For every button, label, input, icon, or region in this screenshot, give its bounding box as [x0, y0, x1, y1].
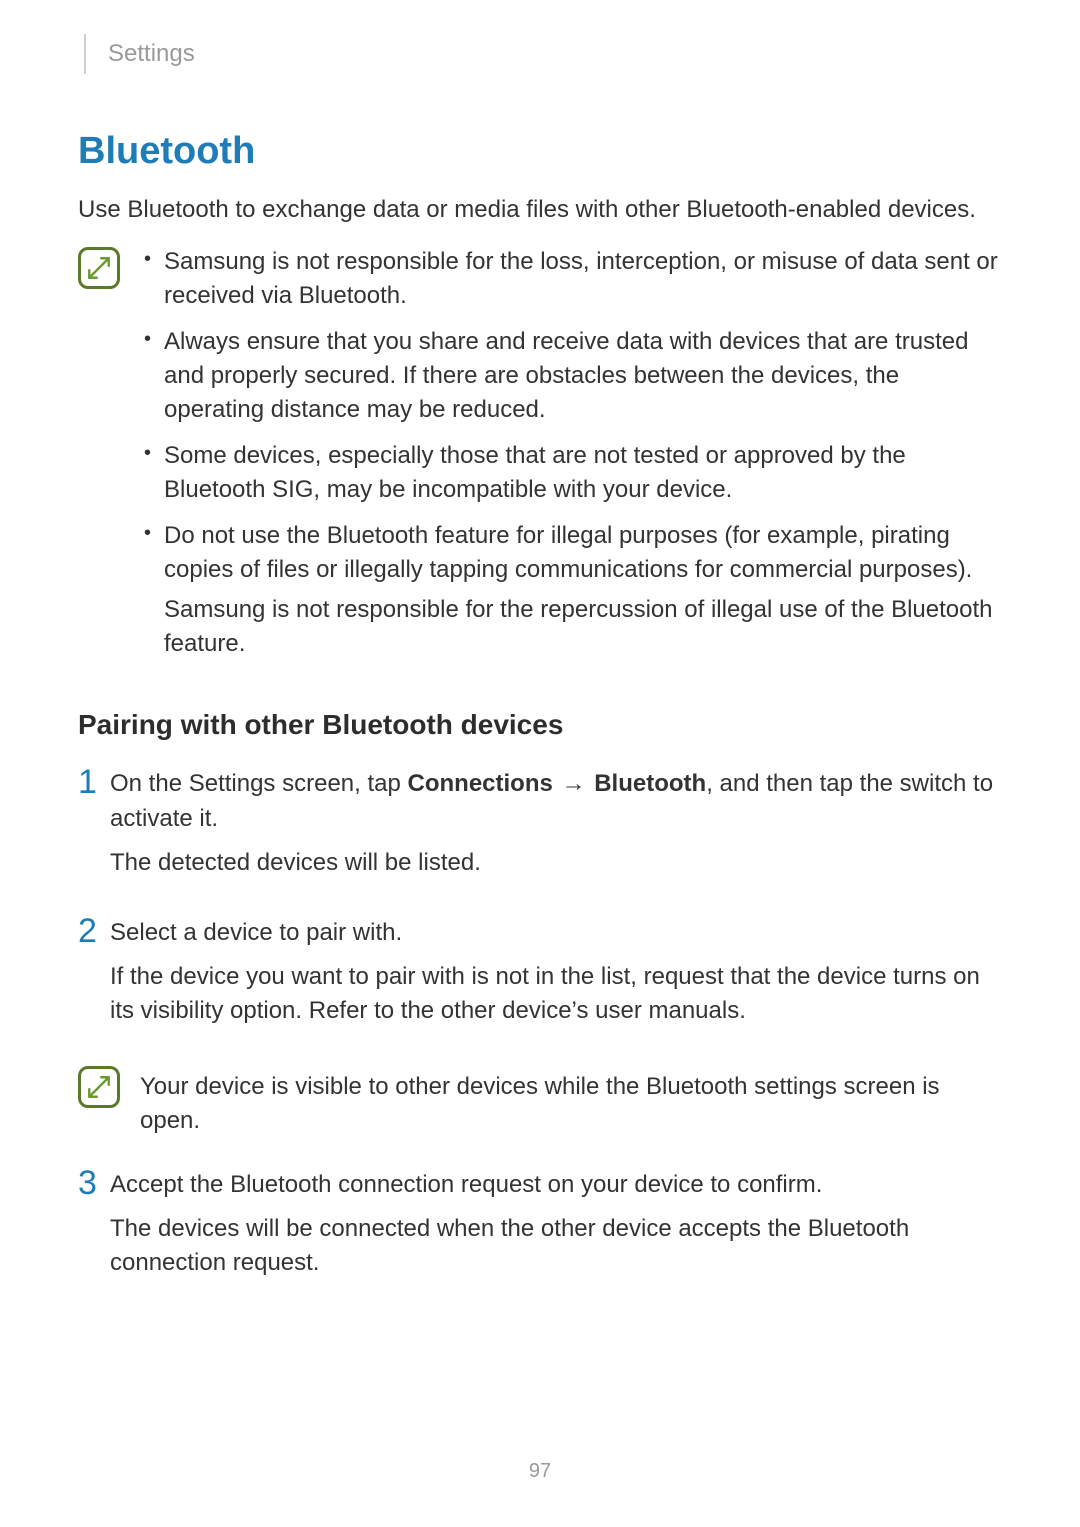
notice-block-inline: Your device is visible to other devices …: [78, 1064, 1002, 1138]
step-2: 2 Select a device to pair with. If the d…: [78, 916, 1002, 1038]
step-1: 1 On the Settings screen, tap Connection…: [78, 767, 1002, 889]
notice-item: Some devices, especially those that are …: [140, 439, 1002, 507]
step-1-text: On the Settings screen, tap Connections …: [110, 767, 1002, 835]
page-number: 97: [0, 1460, 1080, 1483]
step-number: 2: [78, 914, 110, 948]
text: On the Settings screen, tap: [110, 770, 408, 797]
notice-item: Always ensure that you share and receive…: [140, 325, 1002, 427]
notice-item-subtext: Samsung is not responsible for the reper…: [164, 593, 1002, 661]
notice-item: Do not use the Bluetooth feature for ill…: [140, 519, 1002, 661]
step-3: 3 Accept the Bluetooth connection reques…: [78, 1168, 1002, 1290]
notice-list: Samsung is not responsible for the loss,…: [140, 245, 1002, 662]
notice-inline-text: Your device is visible to other devices …: [140, 1064, 1002, 1138]
document-page: Settings Bluetooth Use Bluetooth to exch…: [0, 0, 1080, 1527]
intro-paragraph: Use Bluetooth to exchange data or media …: [78, 193, 1002, 227]
notice-block: Samsung is not responsible for the loss,…: [78, 245, 1002, 674]
step-1-result: The detected devices will be listed.: [110, 846, 1002, 880]
arrow-glyph: →: [560, 767, 588, 801]
step-3-text: Accept the Bluetooth connection request …: [110, 1168, 1002, 1202]
section-heading: Pairing with other Bluetooth devices: [78, 709, 1002, 741]
memo-icon: [78, 1066, 120, 1108]
header-section-label: Settings: [84, 34, 1002, 74]
page-title: Bluetooth: [78, 130, 1002, 173]
step-3-result: The devices will be connected when the o…: [110, 1212, 1002, 1280]
step-2-text: Select a device to pair with.: [110, 916, 1002, 950]
step-number: 1: [78, 765, 110, 799]
step-2-detail: If the device you want to pair with is n…: [110, 960, 1002, 1028]
memo-icon: [78, 247, 120, 289]
bold-text: Bluetooth: [594, 770, 706, 797]
notice-item: Samsung is not responsible for the loss,…: [140, 245, 1002, 313]
bold-text: Connections: [408, 770, 553, 797]
step-number: 3: [78, 1166, 110, 1200]
notice-item-text: Do not use the Bluetooth feature for ill…: [164, 522, 972, 583]
